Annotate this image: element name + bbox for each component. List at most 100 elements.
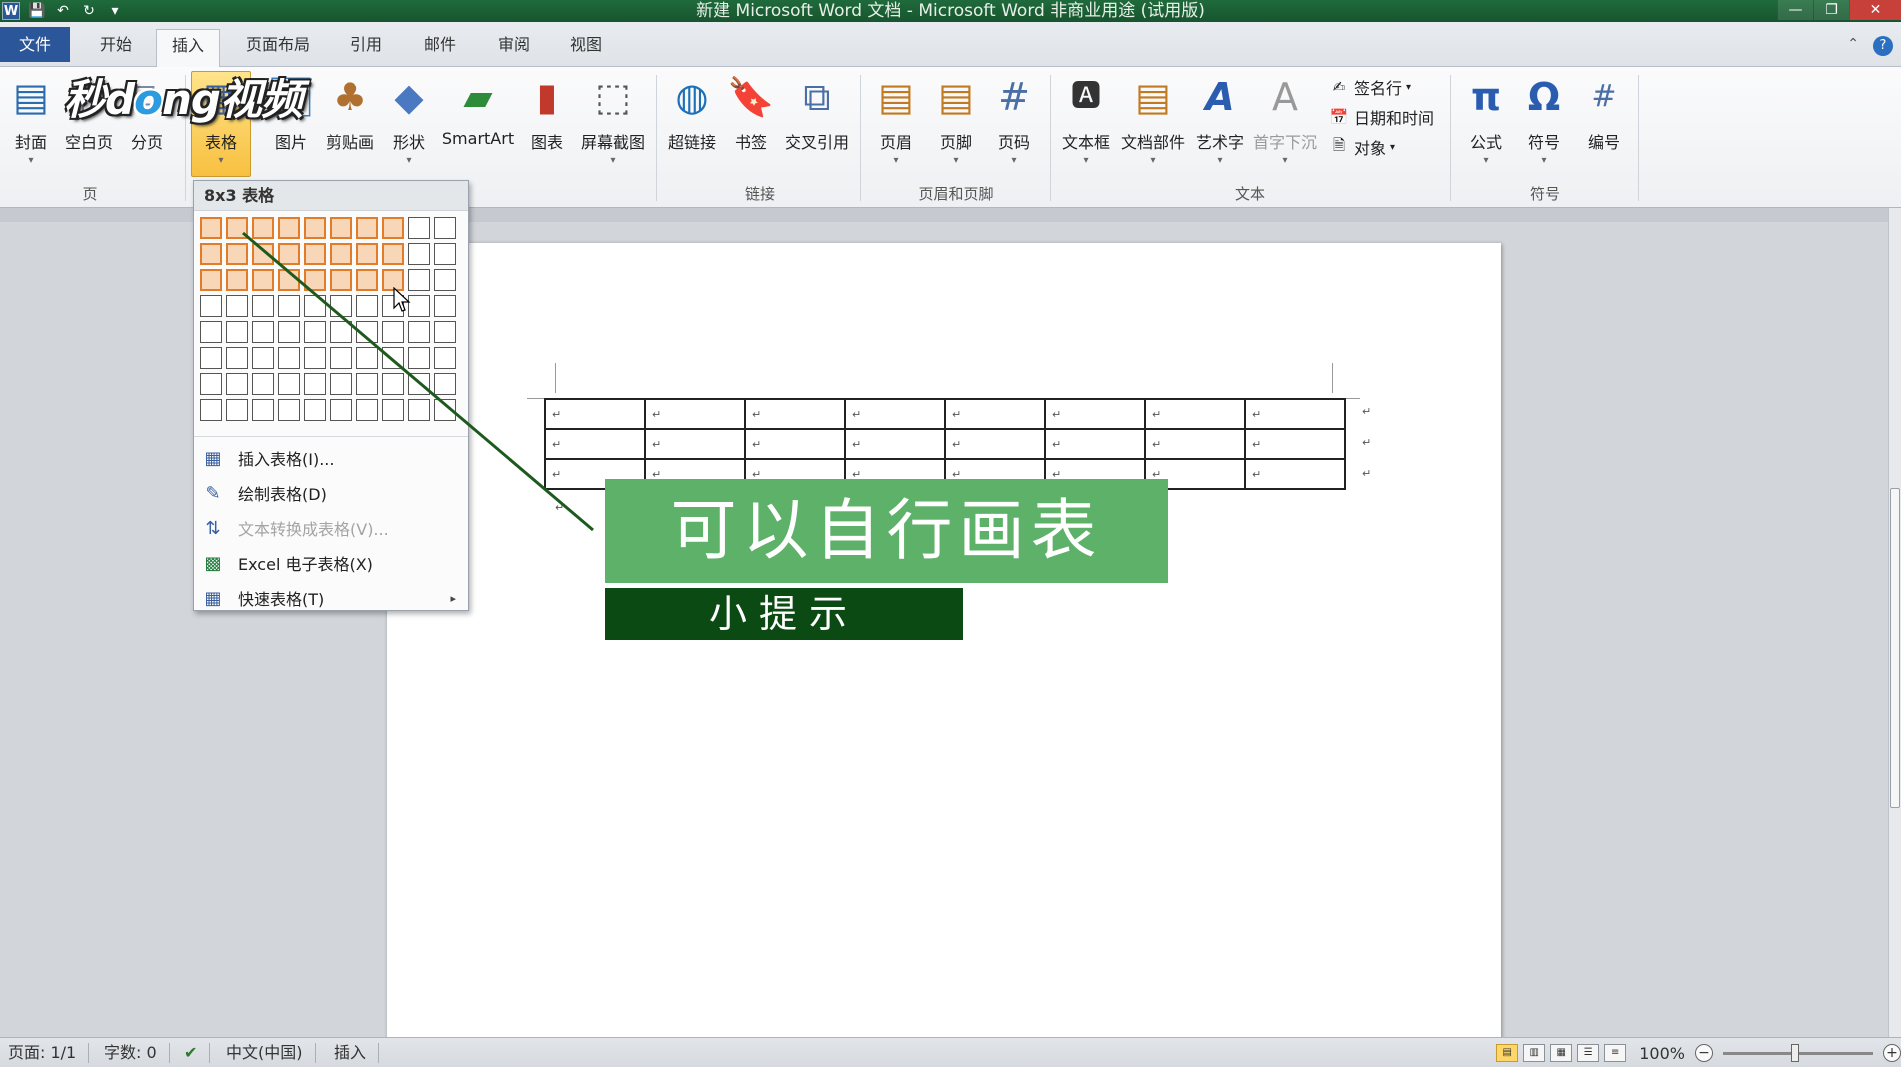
tab-mailings[interactable]: 邮件 — [412, 29, 468, 60]
table-cell[interactable]: ↵ — [744, 398, 846, 430]
grid-cell[interactable] — [226, 217, 248, 239]
grid-cell[interactable] — [382, 321, 404, 343]
grid-cell[interactable] — [382, 399, 404, 421]
grid-cell[interactable] — [252, 269, 274, 291]
tab-references[interactable]: 引用 — [338, 29, 394, 60]
tab-home[interactable]: 开始 — [88, 29, 144, 60]
wordart-button[interactable]: A 艺术字 ▾ — [1192, 73, 1248, 173]
grid-cell[interactable] — [356, 347, 378, 369]
grid-cell[interactable] — [252, 399, 274, 421]
help-icon[interactable]: ? — [1873, 36, 1893, 56]
text-to-table-item[interactable]: ⇅ 文本转换成表格(V)... — [194, 513, 468, 543]
document-page[interactable]: ↵ ↵ ↵ ↵ ↵ ↵ ↵ ↵ ↵ ↵ ↵ ↵ ↵ ↵ ↵ ↵ ↵ ↵ ↵ ↵ ↵ ↵ ↵ ↵ ↵ ↵ ↵ ↵ — [387, 243, 1501, 1037]
table-cell[interactable]: ↵ — [844, 398, 946, 430]
table-cell[interactable]: ↵ — [944, 398, 1046, 430]
grid-cell[interactable] — [252, 321, 274, 343]
grid-cell[interactable] — [330, 243, 352, 265]
grid-cell[interactable] — [408, 347, 430, 369]
insert-table-item[interactable]: ▦ 插入表格(I)... — [194, 443, 468, 473]
grid-cell[interactable] — [408, 399, 430, 421]
grid-cell[interactable] — [434, 295, 456, 317]
quick-tables-item[interactable]: ▦ 快速表格(T) ▸ — [194, 583, 468, 613]
clipart-button[interactable]: ♣ 剪贴画 — [322, 73, 378, 173]
excel-spreadsheet-item[interactable]: ▩ Excel 电子表格(X) — [194, 548, 468, 578]
table-cell[interactable]: ↵ — [1244, 428, 1346, 460]
smartart-button[interactable]: ▰ SmartArt — [440, 73, 516, 173]
close-button[interactable]: ✕ — [1849, 0, 1901, 20]
symbol-button[interactable]: Ω 符号 ▾ — [1520, 73, 1568, 173]
draw-table-item[interactable]: ✎ 绘制表格(D) — [194, 478, 468, 508]
scrollbar-thumb[interactable] — [1890, 488, 1900, 808]
grid-cell[interactable] — [226, 243, 248, 265]
grid-cell[interactable] — [330, 217, 352, 239]
table-cell[interactable]: ↵ — [1244, 398, 1346, 430]
screenshot-button[interactable]: ⬚ 屏幕截图 ▾ — [578, 73, 648, 173]
grid-cell[interactable] — [226, 347, 248, 369]
grid-cell[interactable] — [278, 269, 300, 291]
grid-cell[interactable] — [330, 269, 352, 291]
grid-cell[interactable] — [226, 373, 248, 395]
grid-cell[interactable] — [304, 373, 326, 395]
grid-cell[interactable] — [356, 399, 378, 421]
insert-mode-indicator[interactable]: 插入 — [334, 1043, 380, 1063]
table-grid-picker[interactable] — [200, 217, 456, 421]
tab-review[interactable]: 审阅 — [486, 29, 542, 60]
zoom-slider[interactable] — [1723, 1043, 1873, 1062]
minimize-button[interactable]: — — [1777, 0, 1813, 20]
grid-cell[interactable] — [200, 373, 222, 395]
grid-cell[interactable] — [226, 295, 248, 317]
dropcap-button[interactable]: A 首字下沉 ▾ — [1252, 73, 1318, 173]
quickparts-button[interactable]: ▤ 文档部件 ▾ — [1118, 73, 1188, 173]
grid-cell[interactable] — [200, 217, 222, 239]
table-cell[interactable]: ↵ — [1144, 428, 1246, 460]
grid-cell[interactable] — [252, 373, 274, 395]
tab-page-layout[interactable]: 页面布局 — [236, 29, 320, 60]
page-number-button[interactable]: # 页码 ▾ — [990, 73, 1038, 173]
table-cell[interactable]: ↵ — [1144, 398, 1246, 430]
grid-cell[interactable] — [304, 399, 326, 421]
hyperlink-button[interactable]: ◍ 超链接 — [664, 73, 720, 173]
grid-cell[interactable] — [330, 295, 352, 317]
crossref-button[interactable]: ⧉ 交叉引用 — [782, 73, 852, 173]
page-count[interactable]: 页面: 1/1 — [8, 1043, 90, 1063]
grid-cell[interactable] — [278, 243, 300, 265]
header-button[interactable]: ▤ 页眉 ▾ — [872, 73, 920, 173]
grid-cell[interactable] — [200, 269, 222, 291]
zoom-out-button[interactable]: − — [1695, 1044, 1713, 1062]
grid-cell[interactable] — [408, 269, 430, 291]
grid-cell[interactable] — [382, 347, 404, 369]
table-cell[interactable]: ↵ — [544, 428, 646, 460]
grid-cell[interactable] — [434, 243, 456, 265]
grid-cell[interactable] — [356, 269, 378, 291]
grid-cell[interactable] — [252, 243, 274, 265]
grid-cell[interactable] — [304, 321, 326, 343]
cover-page-button[interactable]: ▤ 封面 ▾ — [8, 73, 54, 173]
minimize-ribbon-icon[interactable]: ⌃ — [1847, 36, 1859, 56]
grid-cell[interactable] — [434, 269, 456, 291]
grid-cell[interactable] — [304, 243, 326, 265]
textbox-button[interactable]: 🅰 文本框 ▾ — [1058, 73, 1114, 173]
grid-cell[interactable] — [278, 347, 300, 369]
chart-button[interactable]: ▮ 图表 — [524, 73, 570, 173]
grid-cell[interactable] — [408, 373, 430, 395]
table-cell[interactable]: ↵ — [544, 398, 646, 430]
zoom-slider-knob[interactable] — [1791, 1043, 1799, 1062]
grid-cell[interactable] — [356, 321, 378, 343]
language-indicator[interactable]: 中文(中国) — [226, 1043, 316, 1063]
grid-cell[interactable] — [434, 373, 456, 395]
full-screen-reading-icon[interactable]: ▥ — [1523, 1044, 1546, 1062]
tab-view[interactable]: 视图 — [558, 29, 614, 60]
grid-cell[interactable] — [278, 321, 300, 343]
number-button[interactable]: # 编号 — [1580, 73, 1628, 173]
datetime-button[interactable]: 📅 日期和时间 — [1328, 105, 1434, 129]
word-count[interactable]: 字数: 0 — [104, 1043, 170, 1063]
spellcheck-icon[interactable]: ✔ — [184, 1043, 211, 1063]
grid-cell[interactable] — [226, 399, 248, 421]
grid-cell[interactable] — [226, 321, 248, 343]
grid-cell[interactable] — [356, 373, 378, 395]
grid-cell[interactable] — [434, 347, 456, 369]
table-cell[interactable]: ↵ — [844, 428, 946, 460]
print-layout-icon[interactable]: ▤ — [1496, 1044, 1519, 1062]
draft-icon[interactable]: ≡ — [1604, 1044, 1627, 1062]
grid-cell[interactable] — [330, 347, 352, 369]
